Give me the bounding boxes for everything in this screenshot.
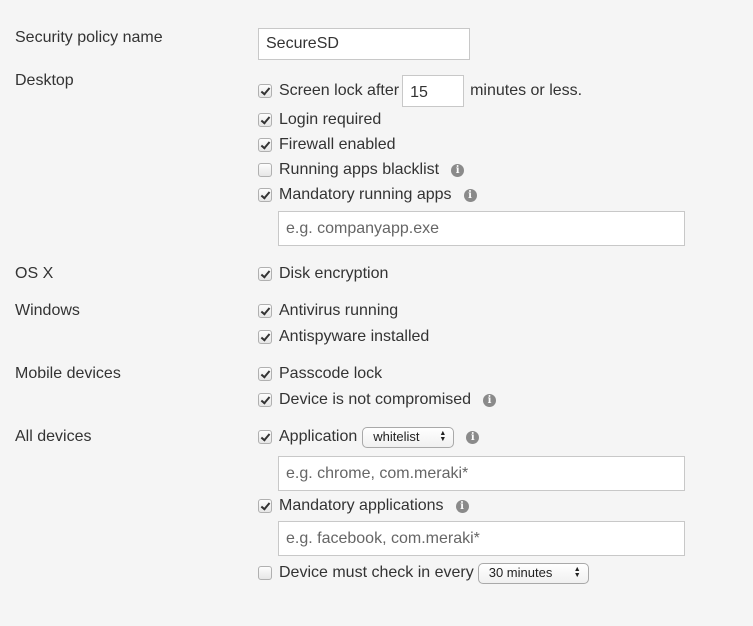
select-arrows-icon: ▲ ▼: [573, 566, 581, 579]
passcode-checkbox[interactable]: [258, 367, 272, 381]
passcode-row: Passcode lock: [258, 363, 382, 385]
label-windows: Windows: [15, 302, 80, 319]
check-in-checkbox[interactable]: [258, 566, 272, 580]
mandatory-running-apps-checkbox[interactable]: [258, 188, 272, 202]
login-required-checkbox[interactable]: [258, 113, 272, 127]
application-label: Application: [279, 428, 358, 445]
application-row: Application whitelist ▲ ▼ i: [258, 426, 480, 448]
policy-name-input[interactable]: [258, 28, 470, 60]
info-icon[interactable]: i: [466, 430, 480, 444]
passcode-label: Passcode lock: [279, 365, 383, 382]
application-list-input[interactable]: [278, 456, 685, 491]
mandatory-applications-checkbox[interactable]: [258, 499, 272, 513]
antispyware-label: Antispyware installed: [279, 328, 430, 345]
screen-lock-label: Screen lock after: [279, 82, 400, 99]
screen-lock-suffix: minutes or less.: [470, 82, 583, 99]
check-in-interval-select[interactable]: 30 minutes ▲ ▼: [477, 562, 589, 584]
antivirus-checkbox[interactable]: [258, 304, 272, 318]
disk-encryption-label: Disk encryption: [279, 265, 389, 282]
antivirus-label: Antivirus running: [279, 302, 399, 319]
antispyware-row: Antispyware installed: [258, 326, 429, 348]
application-checkbox[interactable]: [258, 430, 272, 444]
not-compromised-row: Device is not compromised i: [258, 389, 497, 411]
label-policy-name: Security policy name: [15, 29, 163, 46]
firewall-checkbox[interactable]: [258, 138, 272, 152]
label-all-devices: All devices: [15, 428, 92, 445]
info-icon[interactable]: i: [463, 188, 477, 202]
label-mobile: Mobile devices: [15, 365, 121, 382]
select-arrows-icon: ▲ ▼: [439, 430, 447, 443]
disk-encryption-row: Disk encryption: [258, 263, 388, 285]
mandatory-applications-row: Mandatory applications i: [258, 495, 469, 517]
security-policy-form: Security policy name Desktop Screen lock…: [0, 0, 753, 626]
firewall-label: Firewall enabled: [279, 136, 396, 153]
screen-lock-minutes-input[interactable]: [402, 75, 465, 107]
label-desktop: Desktop: [15, 72, 74, 89]
application-mode-value: whitelist: [373, 429, 420, 444]
login-required-row: Login required: [258, 109, 381, 131]
info-icon[interactable]: i: [455, 499, 469, 513]
blacklist-label: Running apps blacklist: [279, 161, 440, 178]
screen-lock-row: Screen lock after minutes or less.: [258, 75, 582, 107]
not-compromised-checkbox[interactable]: [258, 393, 272, 407]
application-mode-select[interactable]: whitelist ▲ ▼: [362, 426, 455, 448]
disk-encryption-checkbox[interactable]: [258, 267, 272, 281]
antispyware-checkbox[interactable]: [258, 330, 272, 344]
info-icon[interactable]: i: [483, 393, 497, 407]
mandatory-applications-label: Mandatory applications: [279, 497, 444, 514]
antivirus-row: Antivirus running: [258, 300, 398, 322]
check-in-interval-value: 30 minutes: [488, 565, 553, 580]
blacklist-checkbox[interactable]: [258, 163, 272, 177]
check-in-row: Device must check in every 30 minutes ▲ ▼: [258, 562, 589, 584]
mandatory-applications-input[interactable]: [278, 521, 685, 556]
label-osx: OS X: [15, 265, 54, 282]
mandatory-running-apps-label: Mandatory running apps: [279, 186, 452, 203]
info-icon[interactable]: i: [451, 163, 465, 177]
not-compromised-label: Device is not compromised: [279, 391, 472, 408]
mandatory-running-apps-input[interactable]: [278, 211, 685, 246]
screen-lock-checkbox[interactable]: [258, 84, 272, 98]
login-required-label: Login required: [279, 111, 382, 128]
mandatory-running-apps-row: Mandatory running apps i: [258, 184, 477, 206]
blacklist-row: Running apps blacklist i: [258, 159, 465, 181]
firewall-row: Firewall enabled: [258, 134, 396, 156]
check-in-label: Device must check in every: [279, 564, 474, 581]
